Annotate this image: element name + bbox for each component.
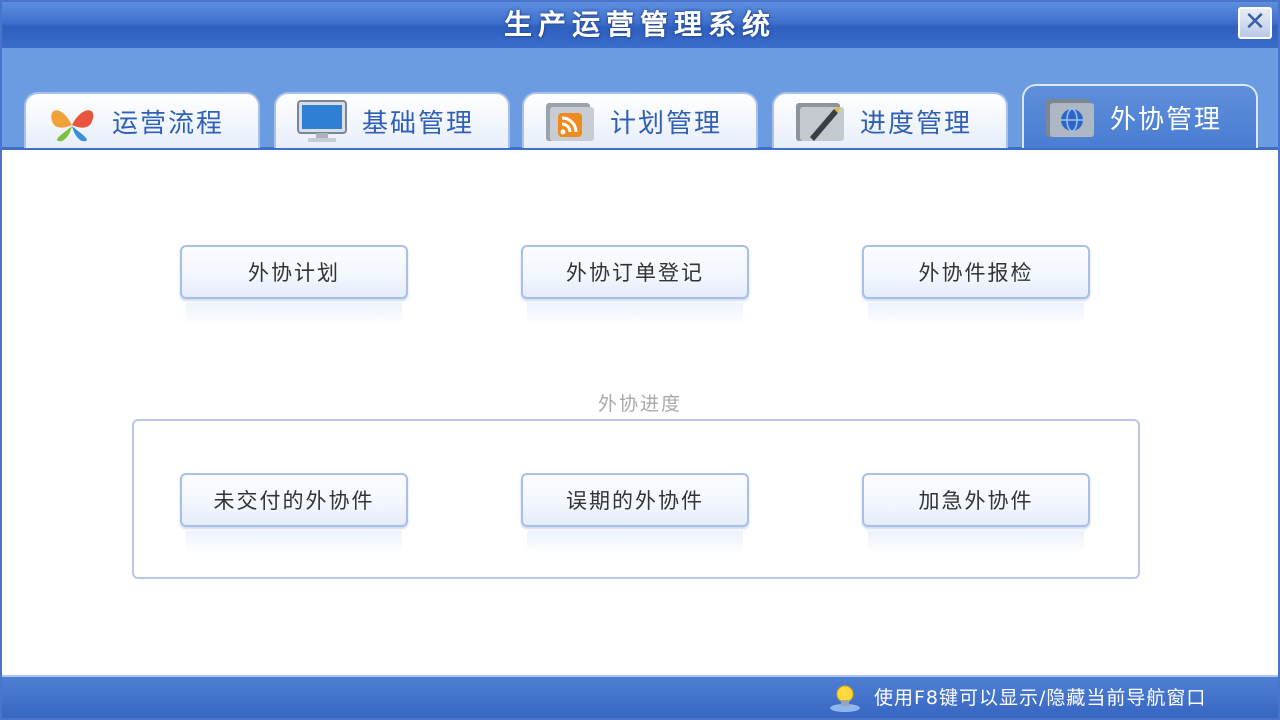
tab-label: 运营流程 — [112, 108, 225, 139]
close-button[interactable]: ✕ — [1238, 7, 1272, 39]
overdue-parts-button[interactable]: 误期的外协件 — [521, 473, 749, 553]
main-panel: 外协计划 外协订单登记 外协件报检 外协进度 未交付的外协件 误期的外协件 加急… — [2, 153, 1278, 675]
tab-label: 外协管理 — [1110, 104, 1223, 135]
tab-label: 基础管理 — [362, 108, 475, 139]
undelivered-parts-button[interactable]: 未交付的外协件 — [180, 473, 408, 553]
tab-label: 进度管理 — [860, 108, 973, 139]
tab-outsourcing-management[interactable]: 外协管理 — [1022, 84, 1258, 148]
outsourcing-order-register-button[interactable]: 外协订单登记 — [521, 245, 749, 325]
lightbulb-icon — [828, 683, 862, 713]
window-title: 生产运营管理系统 — [503, 8, 776, 41]
outsourced-part-inspection-button[interactable]: 外协件报检 — [862, 245, 1090, 325]
tab-label: 计划管理 — [610, 108, 723, 139]
pen-folder-icon — [792, 99, 848, 143]
monitor-icon — [294, 99, 350, 143]
tab-basic-management[interactable]: 基础管理 — [274, 92, 510, 148]
butterfly-icon — [44, 99, 100, 143]
group-label: 外协进度 — [597, 393, 682, 415]
tab-progress-management[interactable]: 进度管理 — [772, 92, 1008, 148]
rss-folder-icon — [542, 99, 598, 143]
globe-folder-icon — [1042, 95, 1098, 139]
status-hint: 使用F8键可以显示/隐藏当前导航窗口 — [874, 687, 1207, 709]
status-bar: 使用F8键可以显示/隐藏当前导航窗口 — [2, 675, 1278, 718]
app-window: 生产运营管理系统 ✕ 运营流程 基础管理 计划管理 进度管理 外协管理 外协计划… — [0, 0, 1280, 720]
urgent-parts-button[interactable]: 加急外协件 — [862, 473, 1090, 553]
tab-bar: 运营流程 基础管理 计划管理 进度管理 外协管理 — [2, 48, 1278, 150]
tab-operations-flow[interactable]: 运营流程 — [24, 92, 260, 148]
tab-plan-management[interactable]: 计划管理 — [522, 92, 758, 148]
outsourcing-plan-button[interactable]: 外协计划 — [180, 245, 408, 325]
title-bar: 生产运营管理系统 ✕ — [2, 2, 1278, 48]
